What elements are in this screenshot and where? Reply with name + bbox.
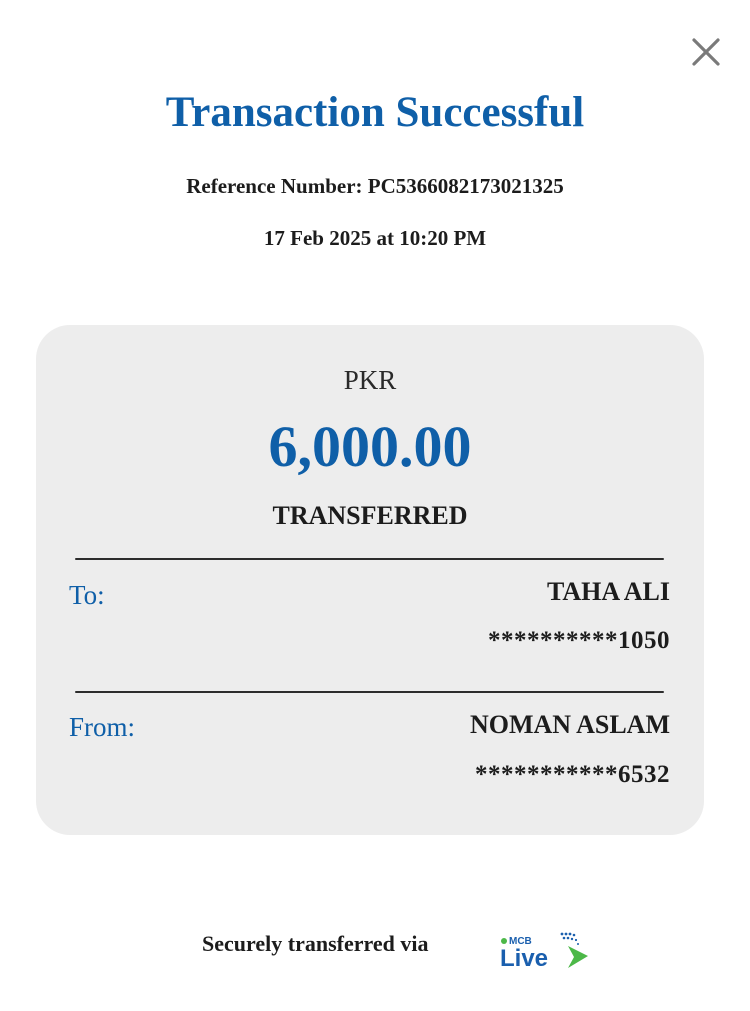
footer-text: Securely transferred via <box>202 931 429 956</box>
mcb-live-logo: MCB Live <box>498 930 592 972</box>
transfer-status: TRANSFERRED <box>272 501 468 530</box>
divider <box>75 691 664 693</box>
to-label: To: <box>69 580 105 610</box>
sender-account: ***********6532 <box>475 761 670 788</box>
sender-name: NOMAN ASLAM <box>469 710 670 739</box>
close-icon <box>692 38 720 66</box>
divider <box>75 558 664 560</box>
page-title: Transaction Successful <box>165 89 585 136</box>
from-label: From: <box>69 712 136 742</box>
logo-main-text: Live <box>500 945 548 972</box>
currency-label: PKR <box>343 365 397 395</box>
recipient-account: **********1050 <box>488 627 670 654</box>
recipient-name: TAHA ALI <box>546 577 670 606</box>
transaction-datetime: 17 Feb 2025 at 10:20 PM <box>263 226 487 250</box>
close-button[interactable] <box>688 34 724 70</box>
reference-number: Reference Number: PC5366082173021325 <box>186 174 564 198</box>
transaction-card: PKR 6,000.00 TRANSFERRED To: TAHA ALI **… <box>36 325 704 835</box>
transfer-amount: 6,000.00 <box>268 414 472 479</box>
